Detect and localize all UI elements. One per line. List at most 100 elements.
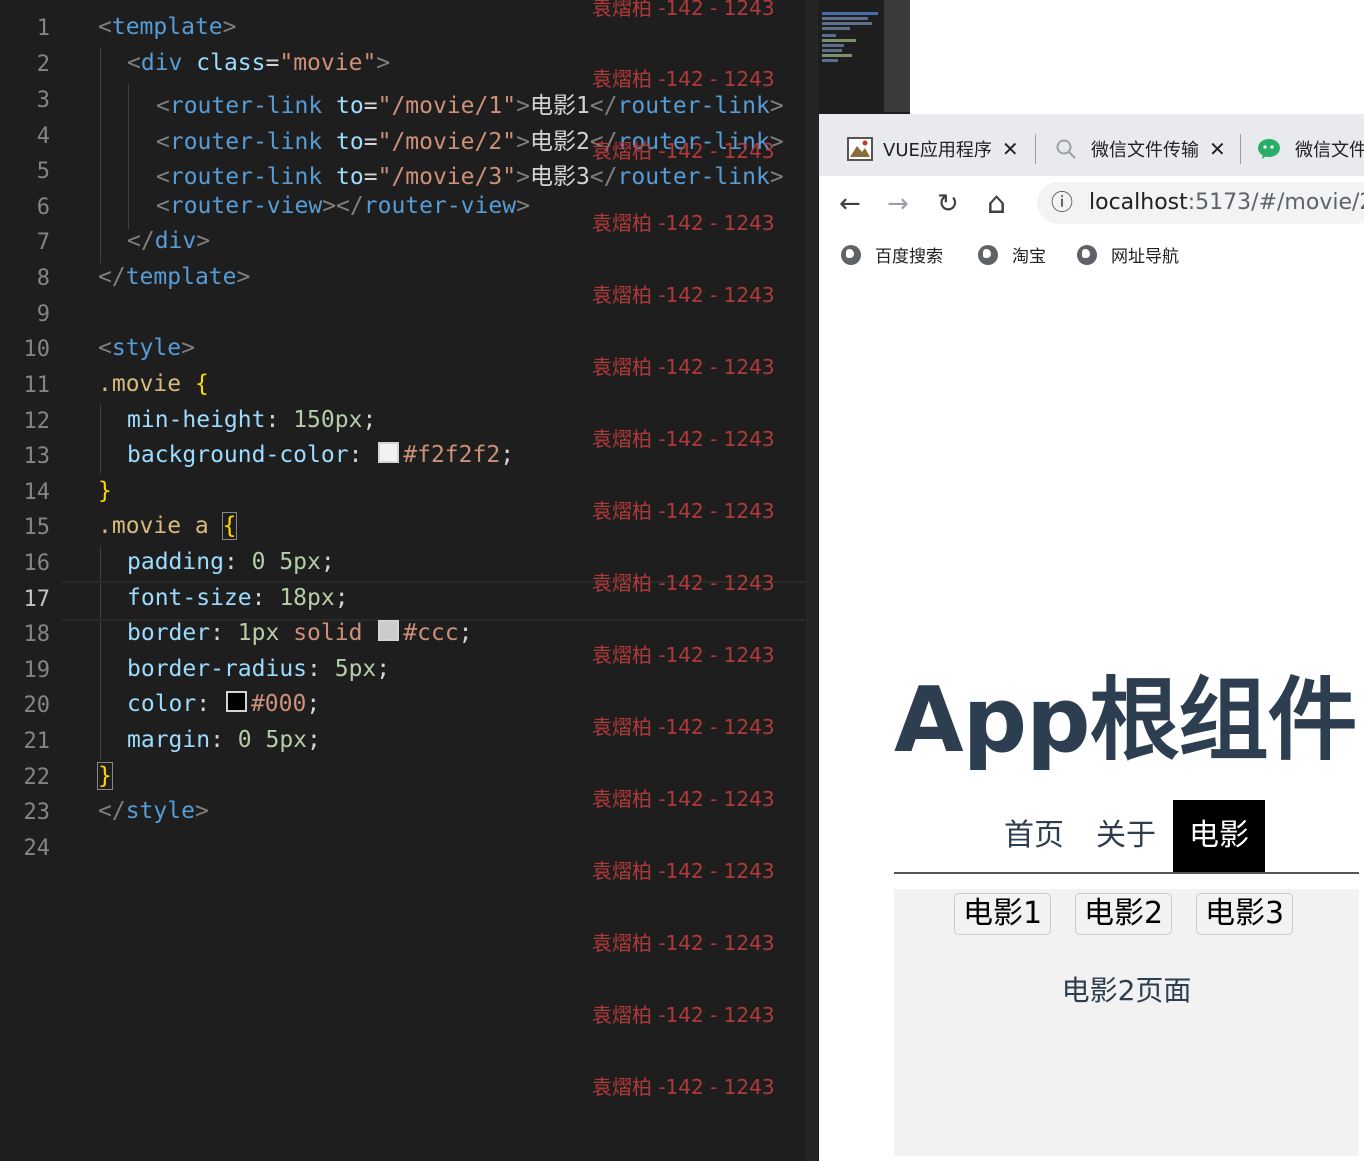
bookmark-label: 百度搜索 xyxy=(875,247,943,267)
code-token: router-link xyxy=(169,164,323,190)
info-icon[interactable]: ⓘ xyxy=(1051,176,1073,232)
code-token: ; xyxy=(334,585,349,611)
editor-scrollbar[interactable] xyxy=(884,0,910,112)
close-icon[interactable]: ✕ xyxy=(1002,137,1019,161)
code-line: border: 1px solid #ccc; xyxy=(127,620,473,646)
code-token: < xyxy=(127,50,141,76)
code-editor[interactable]: 1 2 3 4 5 6 7 8 9 10 11 12 13 14 15 16 1… xyxy=(0,0,818,1161)
close-icon[interactable]: ✕ xyxy=(1209,137,1226,161)
code-token: ; xyxy=(307,727,321,753)
reload-icon[interactable]: ↻ xyxy=(937,176,959,232)
code-token: : xyxy=(265,407,294,433)
watermark-text: 袁熠柏 -142 - 1243 xyxy=(592,1003,775,1027)
bookmark-item[interactable]: 网址导航 xyxy=(1077,242,1179,267)
code-token: router-link xyxy=(617,93,770,119)
code-token: #000 xyxy=(250,691,307,717)
code-token: ; xyxy=(500,442,515,468)
bookmark-item[interactable]: 淘宝 xyxy=(978,242,1046,267)
code-token: font-size xyxy=(127,585,252,611)
nav-link-home[interactable]: 首页 xyxy=(992,800,1076,872)
tab-wechat-file[interactable]: 微信文件 xyxy=(1257,134,1364,164)
app-nav: 首页 关于 电影 xyxy=(894,800,1359,874)
watermark-text: 袁熠柏 -142 - 1243 xyxy=(592,355,775,379)
code-token: div xyxy=(140,50,183,76)
line-number: 8 xyxy=(36,266,50,291)
bookmark-label: 网址导航 xyxy=(1111,247,1179,267)
code-token: > xyxy=(516,129,530,155)
code-line: .movie a { xyxy=(98,512,238,540)
home-icon[interactable]: ⌂ xyxy=(987,176,1006,232)
code-line: <div class="movie"> xyxy=(127,50,390,76)
line-number: 10 xyxy=(23,337,51,362)
code-token: ; xyxy=(306,691,321,717)
code-token: class xyxy=(182,50,266,76)
editor-minimap[interactable] xyxy=(818,0,880,80)
line-number: 4 xyxy=(36,124,50,149)
editor-gutter-edge xyxy=(806,0,818,1161)
code-token: > xyxy=(322,193,337,219)
back-arrow-icon[interactable]: ← xyxy=(839,176,861,232)
code-token: router-link xyxy=(169,93,323,119)
watermark-text: 袁熠柏 -142 - 1243 xyxy=(592,0,775,20)
movie-page-content: 电影2页面 xyxy=(1061,974,1192,1007)
line-number: 15 xyxy=(23,515,51,540)
code-token: </ xyxy=(127,228,155,254)
indent-guide xyxy=(100,546,101,760)
color-swatch-icon[interactable] xyxy=(378,620,400,641)
code-token: 0 5px xyxy=(251,549,321,575)
movie-link-1[interactable]: 电影1 xyxy=(954,893,1052,935)
code-token: = xyxy=(363,93,378,119)
code-token: < xyxy=(156,193,170,219)
code-token: ; xyxy=(458,620,473,646)
code-token: > xyxy=(769,164,784,190)
code-line: <template> xyxy=(98,14,237,40)
code-token: > xyxy=(181,335,195,361)
watermark-text: 袁熠柏 -142 - 1243 xyxy=(592,715,775,739)
tab-title: 微信文件传输 xyxy=(1091,140,1199,161)
code-token: > xyxy=(516,93,530,119)
code-token: "/movie/1" xyxy=(377,93,517,119)
color-swatch-icon[interactable] xyxy=(378,442,400,463)
bookmark-item[interactable]: 百度搜索 xyxy=(841,242,943,267)
code-token: </ xyxy=(98,798,126,824)
code-token: #ccc xyxy=(403,620,459,646)
indent-guide xyxy=(128,84,129,229)
line-number: 24 xyxy=(23,836,51,861)
tab-wechat-transfer[interactable]: 微信文件传输 ✕ xyxy=(1055,134,1226,164)
code-token: = xyxy=(363,164,378,190)
indent-guide xyxy=(100,48,101,263)
code-token: min-height xyxy=(127,407,266,433)
watermark-text: 袁熠柏 -142 - 1243 xyxy=(592,643,775,667)
forward-arrow-icon[interactable]: → xyxy=(887,176,909,232)
globe-icon xyxy=(1077,244,1097,265)
nav-link-movie[interactable]: 电影 xyxy=(1173,800,1265,872)
movie-link-3[interactable]: 电影3 xyxy=(1196,893,1294,935)
movie-link-2[interactable]: 电影2 xyxy=(1075,893,1173,935)
code-token: style xyxy=(111,335,182,361)
color-swatch-icon[interactable] xyxy=(225,691,247,712)
globe-icon xyxy=(841,244,861,265)
tab-title: VUE应用程序 xyxy=(883,140,992,161)
watermark-text: 袁熠柏 -142 - 1243 xyxy=(592,283,775,307)
code-token: to xyxy=(322,164,364,190)
code-token: 电影3 xyxy=(529,164,590,190)
url-text[interactable]: localhost:5173/#/movie/2 xyxy=(1089,190,1364,215)
code-line-active: font-size: 18px; xyxy=(127,585,349,611)
code-token: color xyxy=(127,691,197,717)
nav-link-about[interactable]: 关于 xyxy=(1084,800,1168,872)
code-token: template xyxy=(111,14,223,40)
code-token: < xyxy=(156,93,170,119)
line-number: 18 xyxy=(23,622,51,647)
watermark-text: 袁熠柏 -142 - 1243 xyxy=(592,427,775,451)
code-line: </style> xyxy=(98,798,209,824)
code-line: } xyxy=(97,762,113,790)
watermark-text: 袁熠柏 -142 - 1243 xyxy=(592,1075,775,1099)
code-token: : xyxy=(210,727,238,753)
code-line: border-radius: 5px; xyxy=(127,656,390,682)
tab-vue-app[interactable]: VUE应用程序 ✕ xyxy=(847,134,1019,164)
code-token: "movie" xyxy=(279,50,377,76)
code-token: > xyxy=(194,798,209,824)
code-token: > xyxy=(516,193,530,219)
watermark-text: 袁熠柏 -142 - 1243 xyxy=(592,211,775,235)
code-token: : xyxy=(196,691,224,717)
